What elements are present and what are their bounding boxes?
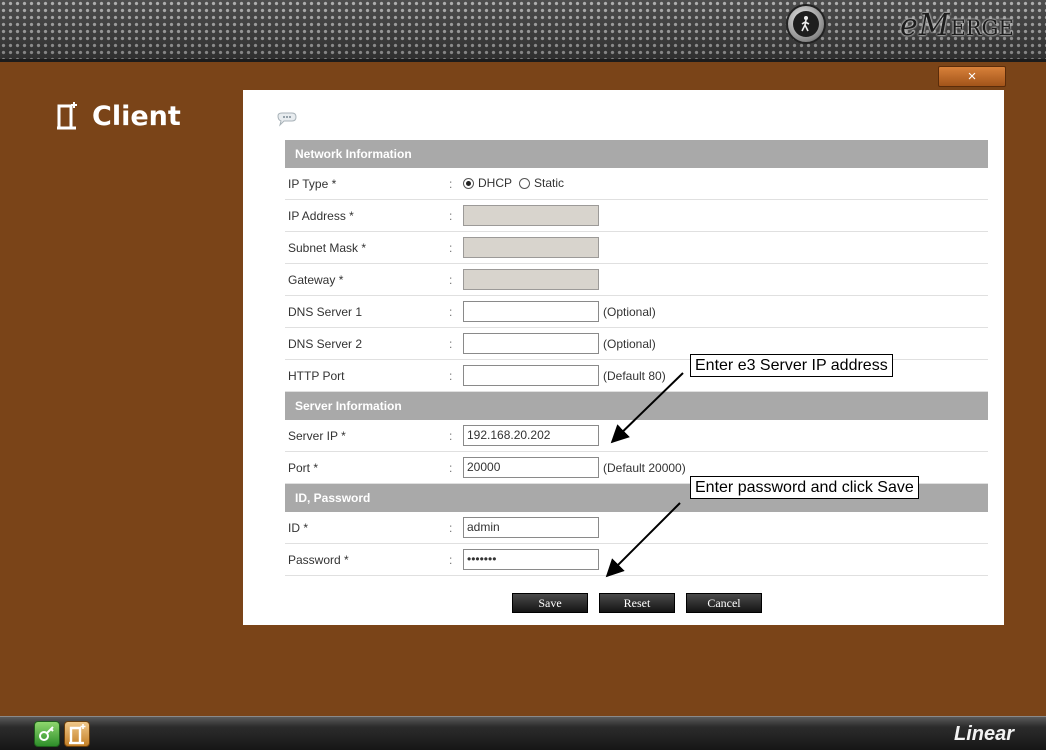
top-header: eMERGE: [0, 0, 1046, 62]
port-label: Port *: [288, 461, 319, 475]
ip-type-row: IP Type * : DHCP Static: [285, 168, 988, 200]
subnet-mask-input[interactable]: [463, 237, 599, 258]
password-annotation: Enter password and click Save: [690, 476, 919, 499]
dhcp-radio[interactable]: [463, 177, 474, 189]
http-port-input[interactable]: [463, 365, 599, 386]
id-row: ID * : admin: [285, 512, 988, 544]
dns-server-1-hint: (Optional): [603, 305, 656, 319]
colon: :: [449, 369, 453, 383]
key-home-icon[interactable]: [34, 721, 60, 747]
server-ip-row: Server IP * : 192.168.20.202: [285, 420, 988, 452]
close-button[interactable]: ×: [938, 66, 1006, 87]
colon: :: [449, 521, 453, 535]
http-port-label: HTTP Port: [288, 369, 345, 383]
colon: :: [449, 305, 453, 319]
http-port-hint: (Default 80): [603, 369, 666, 383]
colon: :: [449, 429, 453, 443]
dns-server-1-label: DNS Server 1: [288, 305, 363, 319]
gateway-label: Gateway *: [288, 273, 344, 287]
gateway-input[interactable]: [463, 269, 599, 290]
password-label: Password *: [288, 553, 349, 567]
speech-bubble-icon: [277, 112, 297, 127]
subnet-mask-row: Subnet Mask * :: [285, 232, 988, 264]
emerge-logo: eMERGE: [900, 11, 1014, 41]
dns-server-2-hint: (Optional): [603, 337, 656, 351]
id-input[interactable]: admin: [463, 517, 599, 538]
dns-server-1-input[interactable]: [463, 301, 599, 322]
header-shade: [0, 0, 1046, 59]
ip-type-label: IP Type *: [288, 177, 337, 191]
dhcp-radio-label[interactable]: DHCP: [478, 176, 512, 190]
static-radio-label[interactable]: Static: [534, 176, 564, 190]
colon: :: [449, 241, 453, 255]
id-label: ID *: [288, 521, 309, 535]
client-door-icon[interactable]: [64, 721, 90, 747]
brand-rest: ERGE: [950, 16, 1014, 40]
server-ip-annotation: Enter e3 Server IP address: [690, 354, 893, 377]
subnet-mask-label: Subnet Mask *: [288, 241, 367, 255]
ip-type-radio-group: DHCP Static: [463, 176, 571, 190]
ip-address-label: IP Address *: [288, 209, 354, 223]
colon: :: [449, 209, 453, 223]
gateway-row: Gateway * :: [285, 264, 988, 296]
port-input[interactable]: 20000: [463, 457, 599, 478]
ip-address-row: IP Address * :: [285, 200, 988, 232]
colon: :: [449, 337, 453, 351]
port-hint: (Default 20000): [603, 461, 686, 475]
server-ip-label: Server IP *: [288, 429, 346, 443]
password-row: Password * : •••••••: [285, 544, 988, 576]
dns-server-1-row: DNS Server 1 : (Optional): [285, 296, 988, 328]
dns-server-2-input[interactable]: [463, 333, 599, 354]
colon: :: [449, 177, 453, 191]
brand-main: eM: [900, 8, 951, 43]
server-ip-input[interactable]: 192.168.20.202: [463, 425, 599, 446]
network-info-header: Network Information: [285, 140, 988, 168]
password-input[interactable]: •••••••: [463, 549, 599, 570]
colon: :: [449, 273, 453, 287]
save-button[interactable]: Save: [512, 593, 588, 613]
dns-server-2-label: DNS Server 2: [288, 337, 363, 351]
page-title: Client: [56, 98, 181, 134]
cancel-button[interactable]: Cancel: [686, 593, 762, 613]
page-title-text: Client: [92, 100, 181, 132]
server-info-header: Server Information: [285, 392, 988, 420]
colon: :: [449, 553, 453, 567]
emerge-emblem-icon: [786, 4, 826, 44]
reset-button[interactable]: Reset: [599, 593, 675, 613]
bottom-taskbar: Linear: [0, 716, 1046, 750]
colon: :: [449, 461, 453, 475]
linear-logo: Linear: [954, 723, 1015, 745]
ip-address-input[interactable]: [463, 205, 599, 226]
static-radio[interactable]: [519, 177, 531, 189]
client-door-icon: [57, 102, 77, 130]
form-buttons: Save Reset Cancel: [285, 593, 988, 615]
walking-person-icon: [793, 11, 819, 37]
